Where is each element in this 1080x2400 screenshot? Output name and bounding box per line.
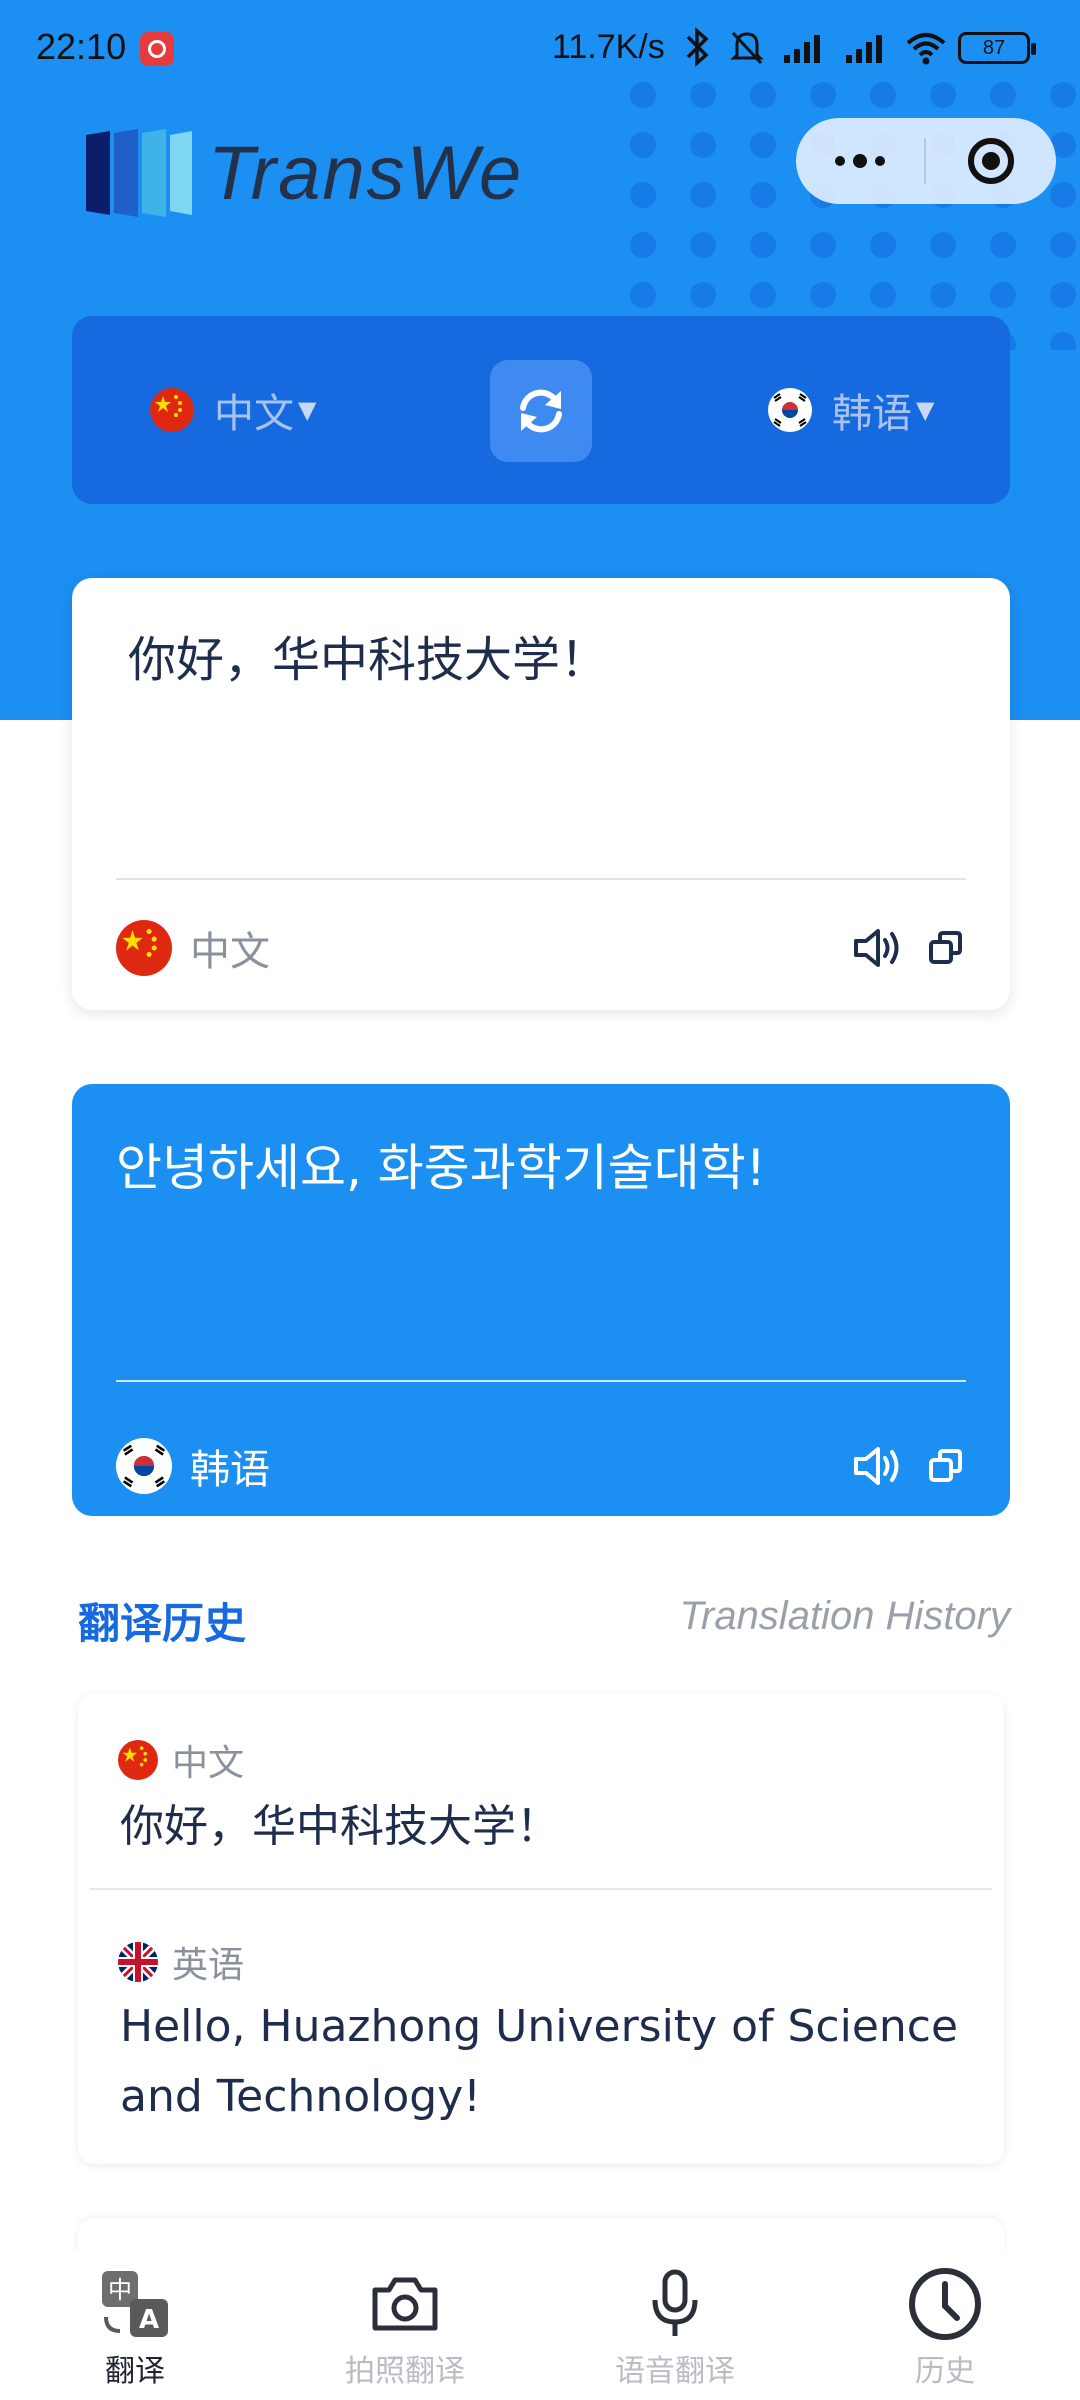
- history-target-language: 英语: [118, 1936, 244, 1988]
- logo-mark-icon: [86, 129, 192, 217]
- logo-text: TransWe: [208, 130, 524, 216]
- decorative-dot: [750, 182, 776, 208]
- decorative-dots: [620, 70, 1080, 350]
- decorative-dot: [810, 282, 836, 308]
- history-header: 翻译历史 Translation History: [78, 1590, 1010, 1650]
- decorative-dot: [630, 132, 656, 158]
- decorative-dot: [990, 282, 1016, 308]
- decorative-dot: [750, 282, 776, 308]
- history-source-language-label: 中文: [172, 1743, 245, 1784]
- source-card-actions: [852, 926, 966, 970]
- history-item[interactable]: 中文 你好，华中科技大学！ 英语 Hello, Huazhong Univers…: [78, 1694, 1004, 2164]
- app-logo: TransWe: [82, 118, 523, 228]
- translation-result-text: 안녕하세요, 화중과학기술대학!: [116, 1139, 766, 1197]
- tab-label: 历史: [915, 2354, 975, 2389]
- status-bar: 22:10 11.7K/s 87: [0, 0, 1080, 96]
- decorative-dot: [870, 232, 896, 258]
- history-target-text: Hello, Huazhong University of Science an…: [120, 2001, 959, 2122]
- result-card-footer: 韩语: [116, 1426, 966, 1506]
- decorative-dot: [690, 282, 716, 308]
- history-title: 翻译历史: [78, 1599, 247, 1648]
- card-divider: [116, 878, 966, 880]
- uk-flag-icon: [118, 1942, 158, 1982]
- decorative-dot: [810, 232, 836, 258]
- close-mini-program-button[interactable]: [926, 118, 1056, 204]
- svg-text:中: 中: [108, 2276, 132, 2304]
- speaker-icon[interactable]: [852, 926, 902, 970]
- decorative-dot: [630, 232, 656, 258]
- tab-photo-translate[interactable]: 拍照翻译: [270, 2250, 540, 2400]
- korea-flag-icon: [768, 388, 812, 432]
- tab-label: 语音翻译: [615, 2354, 735, 2389]
- history-divider: [90, 1888, 992, 1890]
- translation-result-card: 안녕하세요, 화중과학기술대학! 韩语: [72, 1084, 1010, 1516]
- camera-icon: [372, 2277, 438, 2331]
- caret-down-icon: ▼: [298, 396, 317, 424]
- translate-icon: 中 A: [102, 2271, 168, 2337]
- decorative-dot: [750, 132, 776, 158]
- microphone-icon: [652, 2269, 698, 2336]
- network-speed: 11.7K/s: [552, 28, 665, 66]
- result-card-language: 韩语: [190, 1447, 270, 1493]
- decorative-dot: [690, 132, 716, 158]
- status-time: 22:10: [36, 26, 127, 67]
- decorative-dot: [630, 282, 656, 308]
- language-selector-bar: 中文 ▼ 韩语 ▼: [72, 316, 1010, 504]
- wifi-icon: [906, 33, 946, 65]
- target-icon: [968, 138, 1014, 184]
- decorative-dot: [690, 182, 716, 208]
- more-options-button[interactable]: [796, 118, 924, 204]
- source-language-select[interactable]: 中文 ▼: [150, 316, 316, 504]
- bluetooth-icon: [686, 27, 709, 67]
- result-card-actions: [852, 1444, 966, 1488]
- clock-icon: [909, 2268, 981, 2340]
- signal-icon: [784, 35, 820, 63]
- swap-icon: [520, 389, 562, 433]
- decorative-dot: [1050, 232, 1076, 258]
- copy-icon[interactable]: [926, 1446, 966, 1486]
- notification-app-icon: [140, 32, 174, 66]
- china-flag-icon: [116, 920, 172, 976]
- copy-icon[interactable]: [926, 928, 966, 968]
- card-divider: [116, 1380, 966, 1382]
- source-text-input[interactable]: 你好，华中科技大学！: [128, 620, 608, 690]
- tab-label: 拍照翻译: [345, 2354, 465, 2389]
- decorative-dot: [990, 232, 1016, 258]
- source-card-footer: 中文: [116, 908, 966, 988]
- decorative-dot: [930, 232, 956, 258]
- tab-history[interactable]: 历史: [810, 2250, 1080, 2400]
- target-language-select[interactable]: 韩语 ▼: [768, 316, 934, 504]
- decorative-dot: [1050, 332, 1076, 350]
- tab-label: 翻译: [105, 2354, 165, 2389]
- decorative-dot: [1050, 282, 1076, 308]
- korea-flag-icon: [116, 1438, 172, 1494]
- history-source-language: 中文: [118, 1734, 244, 1786]
- tab-translate[interactable]: 中 A 翻译: [0, 2250, 270, 2400]
- decorative-dot: [690, 232, 716, 258]
- target-language-label: 韩语: [832, 391, 912, 437]
- mini-program-capsule: [796, 118, 1056, 204]
- bottom-tab-bar: 中 A 翻译 拍照翻译 语音翻译 历史: [0, 2250, 1080, 2400]
- battery-indicator: 87: [958, 32, 1036, 64]
- tab-voice-translate[interactable]: 语音翻译: [540, 2250, 810, 2400]
- history-source-text: 你好，华中科技大学！: [120, 1801, 560, 1852]
- china-flag-icon: [150, 388, 194, 432]
- signal-icon-2: [846, 35, 882, 63]
- mute-bell-icon: [730, 31, 764, 65]
- decorative-dot: [870, 282, 896, 308]
- history-subtitle: Translation History: [679, 1594, 1010, 1638]
- decorative-dot: [930, 282, 956, 308]
- decorative-dot: [750, 232, 776, 258]
- history-target-language-label: 英语: [172, 1945, 245, 1986]
- source-card-language: 中文: [190, 929, 270, 975]
- caret-down-icon: ▼: [916, 396, 935, 424]
- svg-text:A: A: [139, 2305, 159, 2335]
- decorative-dot: [630, 182, 656, 208]
- status-icons: [680, 22, 948, 72]
- china-flag-icon: [118, 1740, 158, 1780]
- source-input-card: 你好，华中科技大学！ 中文: [72, 578, 1010, 1010]
- source-language-label: 中文: [214, 391, 294, 437]
- speaker-icon[interactable]: [852, 1444, 902, 1488]
- swap-languages-button[interactable]: [490, 360, 592, 462]
